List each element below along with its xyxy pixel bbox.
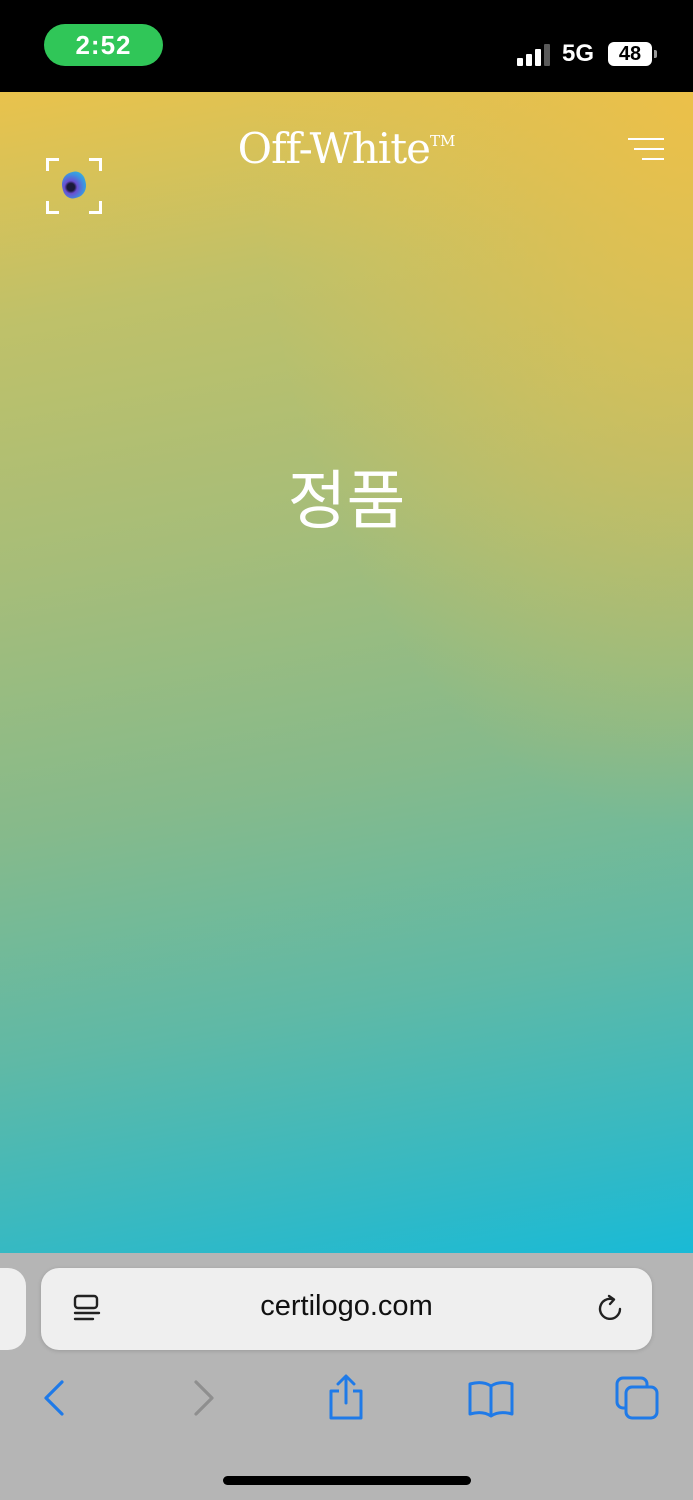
back-icon[interactable] xyxy=(30,1374,78,1422)
brand-logo[interactable]: Off-WhiteTM xyxy=(0,124,693,173)
forward-icon[interactable] xyxy=(180,1374,228,1422)
scan-corner xyxy=(89,201,102,214)
share-icon[interactable] xyxy=(322,1374,370,1422)
brand-trademark: TM xyxy=(429,132,456,150)
status-time[interactable]: 2:52 xyxy=(44,24,163,66)
brand-name: Off-White xyxy=(237,124,431,173)
battery-icon: 48 xyxy=(608,42,652,66)
network-type: 5G xyxy=(562,40,595,67)
bookmarks-icon[interactable] xyxy=(467,1374,515,1422)
scan-corner xyxy=(46,201,59,214)
url-text[interactable]: certilogo.com xyxy=(41,1290,652,1323)
hamburger-menu-icon[interactable] xyxy=(628,138,664,162)
home-indicator[interactable] xyxy=(223,1476,471,1485)
previous-tab-edge[interactable] xyxy=(0,1268,26,1350)
cellular-signal-icon xyxy=(517,44,553,66)
certilogo-gem-icon xyxy=(59,169,89,201)
authenticity-result: 정품 xyxy=(287,465,406,539)
tabs-icon[interactable] xyxy=(613,1374,661,1422)
background-gradient xyxy=(0,92,693,1253)
web-content xyxy=(0,92,693,1253)
status-bar: 2:52 5G 48 xyxy=(0,0,693,92)
battery-tip xyxy=(654,50,657,58)
reload-icon[interactable] xyxy=(597,1294,625,1324)
address-bar[interactable]: certilogo.com xyxy=(41,1268,652,1350)
